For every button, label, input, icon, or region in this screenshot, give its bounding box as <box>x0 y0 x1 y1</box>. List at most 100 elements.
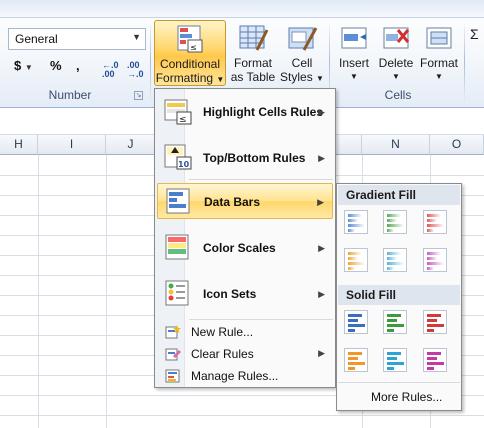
format-cells-icon <box>423 22 455 54</box>
chevron-down-icon: ▼ <box>392 72 400 81</box>
cell-styles-button[interactable]: Cell Styles ▼ <box>280 20 324 86</box>
data-bar-sample <box>348 314 362 317</box>
delete-label: Delete <box>378 56 414 70</box>
menu-item-label: Icon Sets <box>203 287 257 301</box>
data-bar-sample <box>348 367 355 370</box>
format-label: Format <box>419 56 458 70</box>
number-dialog-launcher-icon[interactable]: ↘ <box>134 91 143 100</box>
currency-dropdown-icon[interactable]: ▼ <box>25 63 33 72</box>
format-as-table-label-1: Format <box>233 56 272 70</box>
data-bar-sample <box>348 229 355 232</box>
column-header-i[interactable]: I <box>38 135 106 155</box>
chevron-down-icon: ▼ <box>350 72 358 81</box>
menu-item-label: Data Bars <box>204 195 261 209</box>
data-bar-sample <box>427 262 444 265</box>
chevron-right-icon: ▶ <box>318 243 325 253</box>
group-separator <box>464 20 465 104</box>
menu-item-label: Manage Rules... <box>191 369 279 383</box>
data-bar-sample <box>348 319 358 322</box>
data-bars-icon <box>164 187 194 215</box>
data-bar-sample <box>427 229 434 232</box>
insert-button[interactable]: Insert ▼ <box>334 20 374 86</box>
column-header-n[interactable]: N <box>362 135 430 155</box>
data-bar-sample <box>427 367 434 370</box>
solid-fill-swatch[interactable] <box>383 310 407 334</box>
gradient-fill-swatch[interactable] <box>423 210 447 234</box>
delete-cells-icon <box>380 22 412 54</box>
menu-item-label: New Rule... <box>191 325 254 339</box>
data-bar-sample <box>427 357 437 360</box>
more-rules-item[interactable]: More Rules... <box>371 390 442 404</box>
new-rule-icon <box>165 324 181 340</box>
ribbon-tab-strip <box>0 0 484 18</box>
data-bar-sample <box>387 362 404 365</box>
increase-decimal-button[interactable]: ←.0 .00 <box>102 61 122 83</box>
comma-button[interactable]: , <box>76 58 80 80</box>
data-bar-sample <box>427 329 434 332</box>
menu-item-new-rule[interactable]: New Rule... <box>157 322 333 342</box>
currency-label: $ <box>14 58 22 73</box>
gradient-fill-swatch[interactable] <box>344 248 368 272</box>
solid-fill-swatch[interactable] <box>423 348 447 372</box>
data-bar-sample <box>387 319 397 322</box>
currency-button[interactable]: $ ▼ <box>14 58 33 80</box>
menu-separator <box>189 319 333 320</box>
menu-item-clear-rules[interactable]: Clear Rules ▶ <box>157 344 333 364</box>
data-bar-sample <box>348 257 358 260</box>
data-bar-sample <box>427 362 444 365</box>
data-bar-sample <box>427 224 444 227</box>
gradient-fill-header: Gradient Fill <box>338 185 460 205</box>
data-bar-sample <box>348 219 358 222</box>
chevron-down-icon: ▼ <box>435 72 443 81</box>
solid-fill-swatch[interactable] <box>344 310 368 334</box>
data-bar-sample <box>427 267 434 270</box>
percent-button[interactable]: % <box>50 58 62 80</box>
menu-item-color-scales[interactable]: Color Scales ▶ <box>157 229 333 267</box>
conditional-formatting-button[interactable]: ≤ Conditional Formatting ▼ <box>154 20 226 86</box>
solid-fill-swatch[interactable] <box>344 348 368 372</box>
column-header-h[interactable]: H <box>0 135 38 155</box>
cells-group-label: Cells <box>384 88 412 102</box>
format-as-table-icon <box>237 22 269 54</box>
delete-button[interactable]: Delete ▼ <box>376 20 416 86</box>
cell-styles-label-1: Cell <box>291 56 313 70</box>
format-button[interactable]: Format ▼ <box>418 20 460 86</box>
gradient-fill-swatch[interactable] <box>344 210 368 234</box>
decrease-decimal-button[interactable]: .00 →.0 <box>127 61 147 83</box>
menu-item-manage-rules[interactable]: Manage Rules... <box>157 366 333 386</box>
solid-fill-swatch[interactable] <box>383 348 407 372</box>
grid-line <box>0 415 484 416</box>
data-bar-sample <box>387 262 404 265</box>
data-bar-sample <box>348 362 365 365</box>
chevron-right-icon: ▶ <box>318 289 325 299</box>
data-bar-sample <box>348 357 358 360</box>
column-header-j[interactable]: J <box>106 135 156 155</box>
data-bar-sample <box>348 352 362 355</box>
column-header-o[interactable]: O <box>430 135 484 155</box>
data-bar-sample <box>427 314 441 317</box>
chevron-right-icon: ▶ <box>318 348 325 358</box>
data-bar-sample <box>387 219 397 222</box>
menu-item-data-bars[interactable]: Data Bars ▶ <box>157 183 333 219</box>
data-bar-sample <box>348 324 365 327</box>
svg-text:≤: ≤ <box>190 43 197 52</box>
menu-item-label: Highlight Cells Rules <box>203 105 324 119</box>
gradient-fill-swatch[interactable] <box>383 248 407 272</box>
data-bar-sample <box>427 319 437 322</box>
svg-text:≤: ≤ <box>179 115 187 125</box>
format-as-table-button[interactable]: Format as Table ▼ <box>228 20 278 97</box>
gradient-fill-swatch[interactable] <box>423 248 447 272</box>
gradient-fill-swatch[interactable] <box>383 210 407 234</box>
insert-label: Insert <box>338 56 369 70</box>
menu-item-icon-sets[interactable]: Icon Sets ▶ <box>157 275 333 313</box>
data-bar-sample <box>387 229 394 232</box>
number-format-dropdown[interactable]: General ▼ <box>8 28 146 50</box>
sum-icon[interactable]: Σ <box>470 26 479 42</box>
solid-fill-swatch[interactable] <box>423 310 447 334</box>
data-bar-sample <box>427 214 441 217</box>
data-bar-sample <box>348 267 355 270</box>
chevron-right-icon: ▶ <box>317 197 324 207</box>
menu-item-highlight-cells-rules[interactable]: ≤ Highlight Cells Rules ▶ <box>157 93 333 131</box>
chevron-right-icon: ▶ <box>318 107 325 117</box>
menu-item-top-bottom-rules[interactable]: 10 Top/Bottom Rules ▶ <box>157 139 333 177</box>
